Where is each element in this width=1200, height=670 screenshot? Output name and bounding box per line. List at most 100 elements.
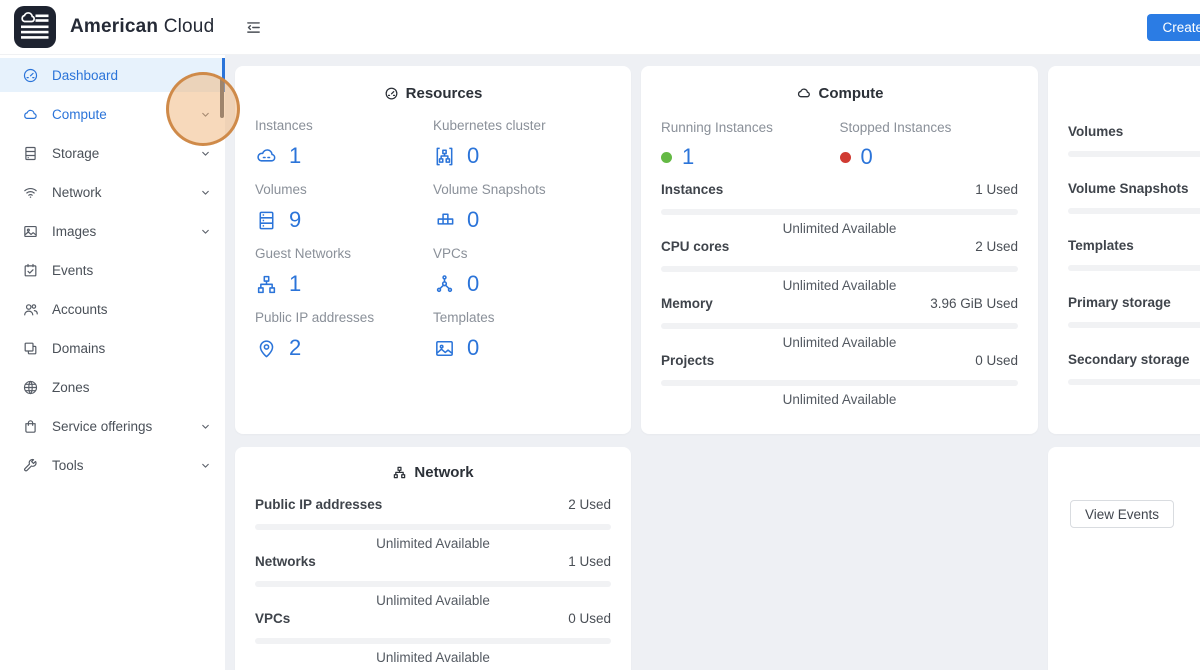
storage-usage-list: Volumes Unlimited Available Volume Snaps… bbox=[1068, 124, 1200, 408]
progress-bar bbox=[255, 581, 611, 587]
chevron-down-icon[interactable] bbox=[200, 148, 211, 159]
compute-card: Compute Running Instances 1 Stopped Inst… bbox=[641, 66, 1038, 434]
progress-bar bbox=[1068, 322, 1200, 328]
usage-row-volume-snapshots: Volume Snapshots Unlimited Available bbox=[1068, 181, 1200, 237]
resource-link[interactable]: 1 bbox=[255, 269, 433, 299]
deployment-unit-icon bbox=[433, 273, 456, 296]
sidebar-scrollbar-thumb[interactable] bbox=[220, 78, 224, 118]
dashboard-icon bbox=[22, 67, 39, 84]
sidebar-item-dashboard[interactable]: Dashboard bbox=[0, 58, 225, 92]
sidebar: Dashboard Compute Storage Network bbox=[0, 55, 225, 670]
progress-bar bbox=[255, 524, 611, 530]
usage-row-cpu-cores: CPU cores2 Used Unlimited Available bbox=[661, 239, 1018, 295]
chevron-down-icon[interactable] bbox=[200, 226, 211, 237]
compute-usage-list: Instances1 Used Unlimited Available CPU … bbox=[661, 182, 1018, 409]
usage-row-public-ip: Public IP addresses2 Used Unlimited Avai… bbox=[255, 497, 611, 553]
picture-icon bbox=[433, 337, 456, 360]
stopped-status-dot bbox=[840, 152, 851, 163]
sidebar-item-label: Network bbox=[52, 185, 102, 200]
hdd-icon bbox=[22, 145, 39, 162]
resource-volume-snapshots: Volume Snapshots 0 bbox=[433, 182, 611, 235]
network-card-title: Network bbox=[255, 463, 611, 481]
resource-templates: Templates 0 bbox=[433, 310, 611, 363]
picture-icon bbox=[22, 223, 39, 240]
app-header: American Cloud Create bbox=[0, 0, 1200, 55]
chevron-down-icon[interactable] bbox=[200, 421, 211, 432]
network-usage-list: Public IP addresses2 Used Unlimited Avai… bbox=[255, 497, 611, 667]
resources-card-title: Resources bbox=[255, 84, 611, 102]
sidebar-item-images[interactable]: Images bbox=[0, 214, 225, 248]
sidebar-item-zones[interactable]: Zones bbox=[0, 370, 225, 404]
resource-link[interactable]: 0 bbox=[433, 141, 611, 171]
cloud-icon bbox=[796, 85, 812, 101]
create-button[interactable]: Create bbox=[1147, 14, 1200, 41]
gauge-icon bbox=[384, 86, 399, 101]
apartment-icon bbox=[255, 273, 278, 296]
chevron-down-icon[interactable] bbox=[200, 187, 211, 198]
sidebar-item-label: Domains bbox=[52, 341, 105, 356]
storage-card: Volumes Unlimited Available Volume Snaps… bbox=[1048, 66, 1200, 434]
resource-volumes: Volumes 9 bbox=[255, 182, 433, 235]
build-blocks-icon bbox=[433, 209, 456, 232]
sidebar-item-compute[interactable]: Compute bbox=[0, 97, 225, 131]
running-status-dot bbox=[661, 152, 672, 163]
map-pin-icon bbox=[255, 337, 278, 360]
sidebar-item-storage[interactable]: Storage bbox=[0, 136, 225, 170]
usage-row-networks: Networks1 Used Unlimited Available bbox=[255, 554, 611, 610]
sidebar-item-events[interactable]: Events bbox=[0, 253, 225, 287]
sidebar-item-label: Compute bbox=[52, 107, 107, 122]
progress-bar bbox=[661, 323, 1018, 329]
progress-bar bbox=[255, 638, 611, 644]
cloud-icon bbox=[22, 106, 39, 123]
sidebar-item-label: Storage bbox=[52, 146, 99, 161]
brand: American Cloud bbox=[0, 6, 225, 48]
usage-row-volumes: Volumes Unlimited Available bbox=[1068, 124, 1200, 180]
menu-fold-icon[interactable] bbox=[245, 19, 262, 36]
sidebar-item-domains[interactable]: Domains bbox=[0, 331, 225, 365]
usage-row-templates: Templates Unlimited Available bbox=[1068, 238, 1200, 294]
wrench-icon bbox=[22, 457, 39, 474]
calendar-check-icon bbox=[22, 262, 39, 279]
resource-kubernetes-cluster: Kubernetes cluster 0 bbox=[433, 118, 611, 171]
resource-link[interactable]: 0 bbox=[433, 269, 611, 299]
usage-row-secondary-storage: Secondary storage Unlimited Available bbox=[1068, 352, 1200, 408]
usage-row-projects: Projects0 Used Unlimited Available bbox=[661, 353, 1018, 409]
view-events-button[interactable]: View Events bbox=[1070, 500, 1174, 528]
resource-link[interactable]: 9 bbox=[255, 205, 433, 235]
resource-link[interactable]: 2 bbox=[255, 333, 433, 363]
progress-bar bbox=[661, 266, 1018, 272]
resource-instances: Instances 1 bbox=[255, 118, 433, 171]
progress-bar bbox=[661, 380, 1018, 386]
cloud-server-icon bbox=[255, 145, 278, 168]
resource-link[interactable]: 0 bbox=[433, 205, 611, 235]
sidebar-item-network[interactable]: Network bbox=[0, 175, 225, 209]
resource-vpcs: VPCs 0 bbox=[433, 246, 611, 299]
globe-icon bbox=[22, 379, 39, 396]
sidebar-item-label: Service offerings bbox=[52, 419, 152, 434]
sidebar-item-accounts[interactable]: Accounts bbox=[0, 292, 225, 326]
events-card: View Events bbox=[1048, 447, 1200, 670]
chevron-down-icon[interactable] bbox=[200, 109, 211, 120]
sidebar-item-service-offerings[interactable]: Service offerings bbox=[0, 409, 225, 443]
team-icon bbox=[22, 301, 39, 318]
progress-bar bbox=[1068, 379, 1200, 385]
resource-link[interactable]: 0 bbox=[433, 333, 611, 363]
sidebar-item-label: Images bbox=[52, 224, 96, 239]
chevron-down-icon[interactable] bbox=[200, 460, 211, 471]
resource-guest-networks: Guest Networks 1 bbox=[255, 246, 433, 299]
database-icon bbox=[255, 209, 278, 232]
american-cloud-logo-icon bbox=[14, 6, 56, 48]
main-content: Resources Instances 1 Kubernetes cluster… bbox=[225, 55, 1200, 670]
usage-row-vpcs: VPCs0 Used Unlimited Available bbox=[255, 611, 611, 667]
resource-link[interactable]: 1 bbox=[255, 141, 433, 171]
brand-name: American Cloud bbox=[70, 16, 214, 38]
sidebar-item-tools[interactable]: Tools bbox=[0, 448, 225, 482]
compute-card-title: Compute bbox=[661, 84, 1018, 102]
sidebar-item-label: Dashboard bbox=[52, 68, 118, 83]
wifi-icon bbox=[22, 184, 39, 201]
sidebar-item-label: Zones bbox=[52, 380, 90, 395]
cluster-icon bbox=[433, 145, 456, 168]
apartment-icon bbox=[392, 465, 407, 480]
shopping-bag-icon bbox=[22, 418, 39, 435]
usage-row-primary-storage: Primary storage Unlimited Available bbox=[1068, 295, 1200, 351]
